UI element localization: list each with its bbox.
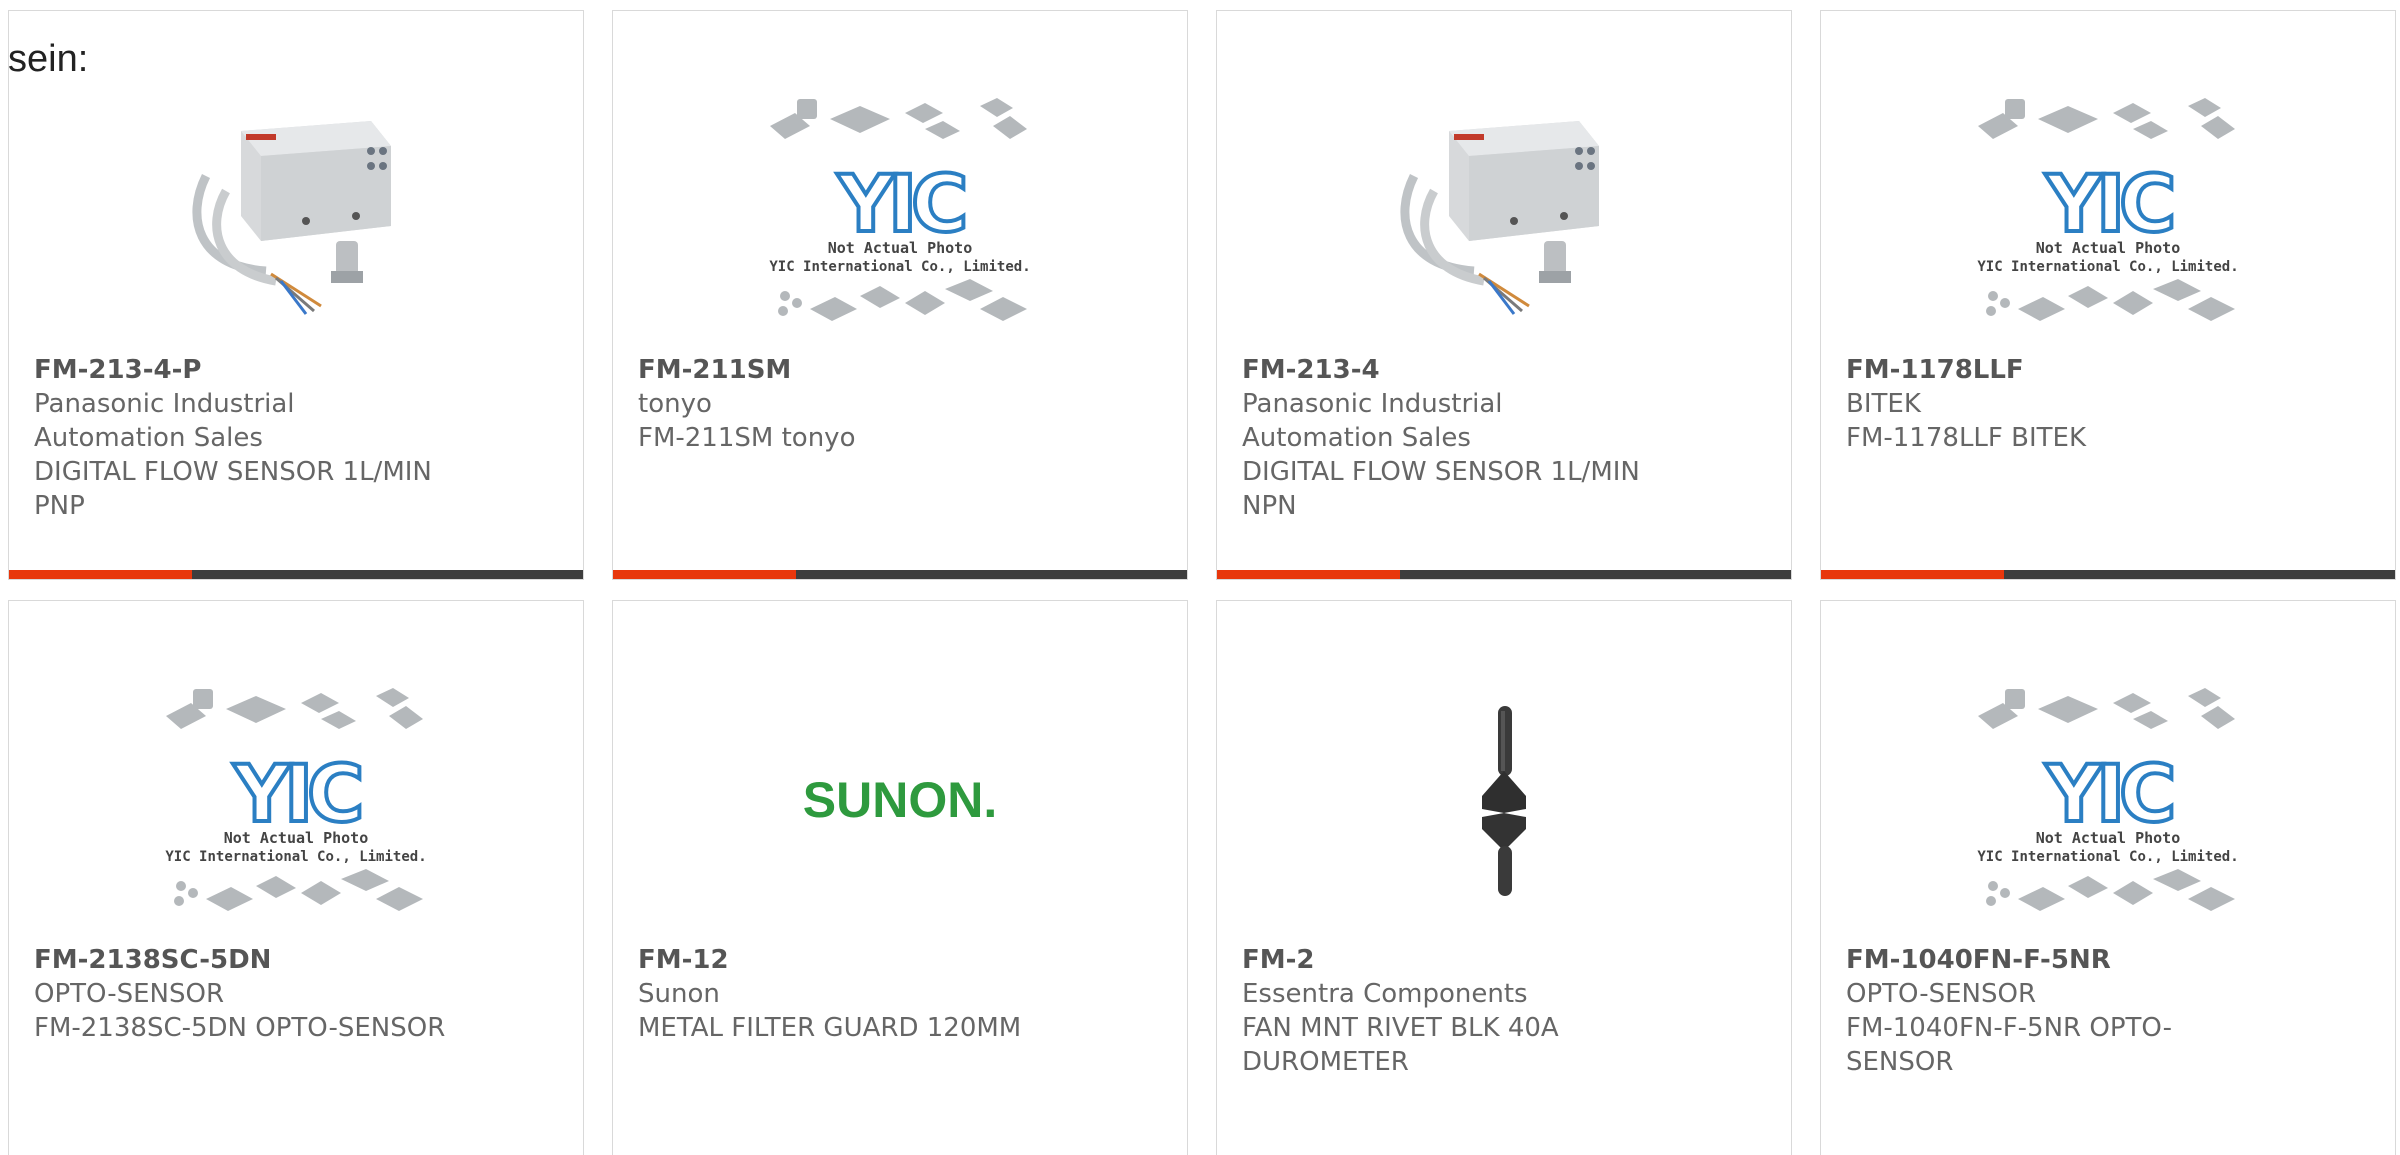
- product-card[interactable]: FM-213-4-P Panasonic Industrial Automati…: [8, 10, 584, 580]
- product-info: FM-211SM tonyo FM-211SM tonyo: [638, 353, 1058, 455]
- svg-text:YIC: YIC: [837, 160, 965, 250]
- flow-sensor-photo: [1400, 121, 1599, 315]
- card-footer-accent: [1821, 570, 2004, 579]
- description-label: METAL FILTER GUARD 120MM: [638, 1013, 1022, 1043]
- manufacturer-label: OPTO-SENSOR: [34, 979, 225, 1009]
- placeholder-caption-1: Not Actual Photo: [2036, 829, 2181, 847]
- product-image[interactable]: SUNON.: [613, 661, 1187, 941]
- yic-placeholder-image: YIC Not Actual Photo YIC International C…: [1977, 98, 2239, 321]
- card-footer-accent: [9, 570, 192, 579]
- product-info: FM-1178LLF BITEK FM-1178LLF BITEK: [1846, 353, 2266, 455]
- description-label: DIGITAL FLOW SENSOR 1L/MIN NPN: [1242, 457, 1640, 521]
- product-image[interactable]: [1217, 661, 1791, 941]
- description-label: FM-1178LLF BITEK: [1846, 423, 2086, 453]
- card-footer-bar: [1217, 570, 1791, 579]
- product-image[interactable]: [1217, 71, 1791, 351]
- sunon-logo-text: SUNON.: [803, 772, 997, 828]
- card-footer-accent: [613, 570, 796, 579]
- product-info: FM-12 Sunon METAL FILTER GUARD 120MM: [638, 943, 1058, 1045]
- product-card[interactable]: FM-2 Essentra Components FAN MNT RIVET B…: [1216, 600, 1792, 1155]
- manufacturer-label: OPTO-SENSOR: [1846, 979, 2037, 1009]
- part-number-link[interactable]: FM-213-4: [1242, 353, 1662, 387]
- product-card[interactable]: YIC Not Actual Photo YIC International C…: [1820, 600, 2396, 1155]
- intro-text: sein:: [8, 38, 89, 80]
- part-number-link[interactable]: FM-2: [1242, 943, 1662, 977]
- part-number-link[interactable]: FM-12: [638, 943, 1058, 977]
- yic-placeholder-image: YIC Not Actual Photo YIC International C…: [1977, 688, 2239, 911]
- card-footer-accent: [1217, 570, 1400, 579]
- manufacturer-label: Sunon: [638, 979, 720, 1009]
- placeholder-caption-1: Not Actual Photo: [224, 829, 369, 847]
- manufacturer-label: BITEK: [1846, 389, 1921, 419]
- product-image[interactable]: YIC Not Actual Photo YIC International C…: [613, 71, 1187, 351]
- placeholder-caption-1: Not Actual Photo: [828, 239, 973, 257]
- product-info: FM-213-4-P Panasonic Industrial Automati…: [34, 353, 454, 523]
- card-footer-bar: [9, 570, 583, 579]
- manufacturer-label: tonyo: [638, 389, 712, 419]
- product-card[interactable]: SUNON. FM-12 Sunon METAL FILTER GUARD 12…: [612, 600, 1188, 1155]
- product-image[interactable]: YIC Not Actual Photo YIC International C…: [9, 661, 583, 941]
- product-image[interactable]: YIC Not Actual Photo YIC International C…: [1821, 661, 2395, 941]
- svg-text:YIC: YIC: [233, 750, 361, 840]
- product-image[interactable]: [9, 71, 583, 351]
- card-footer-bar: [613, 570, 1187, 579]
- product-image[interactable]: YIC Not Actual Photo YIC International C…: [1821, 71, 2395, 351]
- svg-text:YIC: YIC: [2045, 160, 2173, 250]
- description-label: FM-2138SC-5DN OPTO-SENSOR: [34, 1013, 446, 1043]
- svg-text:YIC: YIC: [2045, 750, 2173, 840]
- sunon-logo: SUNON.: [803, 772, 997, 828]
- product-info: FM-1040FN-F-5NR OPTO-SENSOR FM-1040FN-F-…: [1846, 943, 2266, 1079]
- manufacturer-label: Essentra Components: [1242, 979, 1528, 1009]
- placeholder-caption-1: Not Actual Photo: [2036, 239, 2181, 257]
- description-label: FM-1040FN-F-5NR OPTO-SENSOR: [1846, 1013, 2172, 1077]
- description-label: FM-211SM tonyo: [638, 423, 856, 453]
- product-info: FM-213-4 Panasonic Industrial Automation…: [1242, 353, 1662, 523]
- product-card[interactable]: YIC Not Actual Photo YIC International C…: [1820, 10, 2396, 580]
- part-number-link[interactable]: FM-213-4-P: [34, 353, 454, 387]
- placeholder-caption-2: YIC International Co., Limited.: [769, 259, 1030, 275]
- product-card[interactable]: YIC Not Actual Photo YIC International C…: [8, 600, 584, 1155]
- product-info: FM-2138SC-5DN OPTO-SENSOR FM-2138SC-5DN …: [34, 943, 454, 1045]
- product-card[interactable]: YIC Not Actual Photo YIC International C…: [612, 10, 1188, 580]
- product-card[interactable]: FM-213-4 Panasonic Industrial Automation…: [1216, 10, 1792, 580]
- placeholder-caption-2: YIC International Co., Limited.: [1977, 849, 2238, 865]
- product-info: FM-2 Essentra Components FAN MNT RIVET B…: [1242, 943, 1662, 1079]
- card-footer-bar: [1821, 570, 2395, 579]
- part-number-link[interactable]: FM-1178LLF: [1846, 353, 2266, 387]
- manufacturer-label: Panasonic Industrial Automation Sales: [34, 389, 295, 453]
- fan-rivet-photo: [1482, 706, 1526, 896]
- part-number-link[interactable]: FM-1040FN-F-5NR: [1846, 943, 2266, 977]
- manufacturer-label: Panasonic Industrial Automation Sales: [1242, 389, 1503, 453]
- product-grid-page: sein: FM-213-4-P Panasonic Industrial Au…: [0, 0, 2400, 1155]
- part-number-link[interactable]: FM-2138SC-5DN: [34, 943, 454, 977]
- placeholder-caption-2: YIC International Co., Limited.: [1977, 259, 2238, 275]
- part-number-link[interactable]: FM-211SM: [638, 353, 1058, 387]
- yic-placeholder-image: YIC Not Actual Photo YIC International C…: [165, 688, 427, 911]
- placeholder-caption-2: YIC International Co., Limited.: [165, 849, 426, 865]
- description-label: FAN MNT RIVET BLK 40A DUROMETER: [1242, 1013, 1559, 1077]
- description-label: DIGITAL FLOW SENSOR 1L/MIN PNP: [34, 457, 432, 521]
- flow-sensor-photo: [192, 121, 391, 315]
- yic-placeholder-image: YIC Not Actual Photo YIC International C…: [769, 98, 1031, 321]
